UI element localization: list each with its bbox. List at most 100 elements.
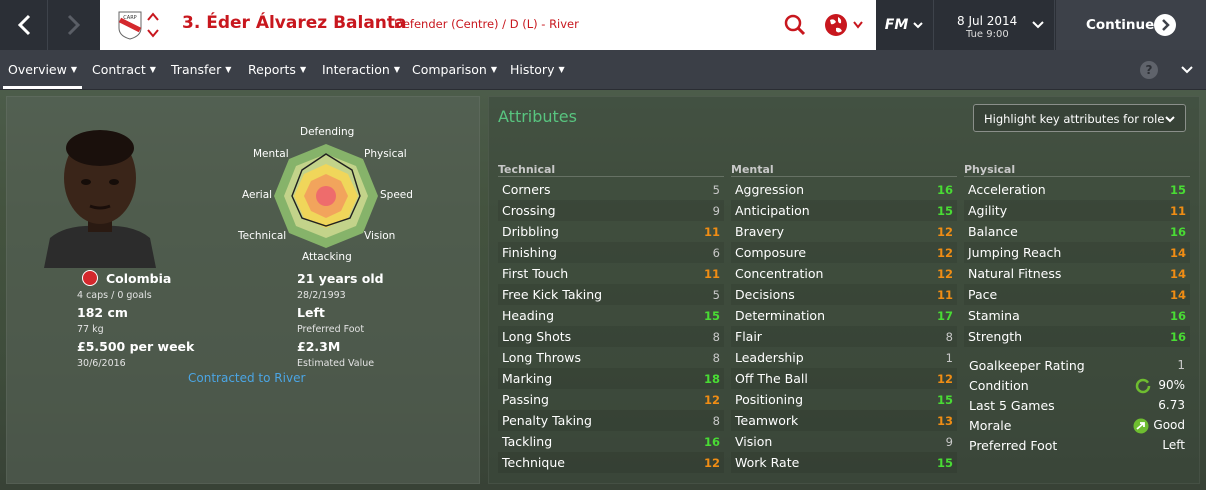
attribute-row[interactable]: Agility 11 [964,200,1190,221]
tab-contract[interactable]: Contract ▼ [92,62,156,77]
attribute-value: 11 [1169,204,1186,218]
status-name: Condition [969,378,1029,393]
status-name: Preferred Foot [969,438,1058,453]
attribute-row[interactable]: Positioning 15 [731,389,957,410]
tab-overview[interactable]: Overview ▼ [8,62,77,77]
attribute-row[interactable]: Aggression 16 [731,179,957,200]
attribute-value: 6 [712,246,720,260]
globe-menu-icon[interactable] [822,11,868,39]
attribute-value: 8 [945,330,953,344]
day-time-label: Tue 9:00 [966,29,1009,40]
chevron-left-icon [17,14,30,36]
help-icon[interactable]: ? [1140,61,1158,79]
attribute-row[interactable]: Strength 16 [964,326,1190,347]
tab-transfer[interactable]: Transfer ▼ [171,62,231,77]
attribute-row[interactable]: Vision 9 [731,431,957,452]
fm-label: FM [884,17,909,33]
fm-menu-button[interactable]: FM [876,0,934,50]
attribute-row[interactable]: Composure 12 [731,242,957,263]
attribute-name: Bravery [735,224,784,239]
attribute-row[interactable]: Dribbling 11 [498,221,724,242]
status-value: Good [1153,418,1185,432]
attribute-value: 9 [712,204,720,218]
value-amount: £2.3M [297,339,341,354]
highlight-role-dropdown[interactable]: Highlight key attributes for role [973,104,1186,132]
chevron-down-icon[interactable] [1180,64,1194,76]
status-row: Last 5 Games 6.73 [965,396,1197,416]
status-row: Preferred Foot Left [965,436,1197,456]
attribute-row[interactable]: Penalty Taking 8 [498,410,724,431]
attribute-row[interactable]: Decisions 11 [731,284,957,305]
club-badge-icon[interactable]: CARP [116,10,144,40]
caps-goals: 4 caps / 0 goals [77,290,152,301]
attribute-row[interactable]: Jumping Reach 14 [964,242,1190,263]
attribute-value: 1 [945,351,953,365]
attribute-row[interactable]: Natural Fitness 14 [964,263,1190,284]
attribute-name: Heading [502,308,555,323]
attribute-row[interactable]: Off The Ball 12 [731,368,957,389]
radar-label-attacking: Attacking [302,251,352,263]
attribute-name: Stamina [968,308,1020,323]
attribute-name: Vision [735,434,773,449]
attribute-name: Aggression [735,182,805,197]
radar-label-aerial: Aerial [242,189,273,201]
tab-reports[interactable]: Reports ▼ [248,62,306,77]
date-display[interactable]: 8 Jul 2014 Tue 9:00 [935,0,1055,50]
contract-status-link[interactable]: Contracted to River [188,371,305,385]
attribute-row[interactable]: Balance 16 [964,221,1190,242]
attribute-row[interactable]: Long Shots 8 [498,326,724,347]
player-header: CARP 3. Éder Álvarez Balanta Defender (C… [100,0,876,50]
tab-history[interactable]: History ▼ [510,62,565,77]
attribute-name: Penalty Taking [502,413,592,428]
attribute-value: 14 [1169,246,1186,260]
player-portrait [44,130,156,268]
attribute-row[interactable]: Teamwork 13 [731,410,957,431]
attribute-row[interactable]: Flair 8 [731,326,957,347]
attribute-row[interactable]: Tackling 16 [498,431,724,452]
back-button[interactable] [0,0,48,50]
attributes-title: Attributes [498,107,577,126]
forward-button[interactable] [50,0,98,50]
attribute-row[interactable]: Marking 18 [498,368,724,389]
divider [498,176,724,177]
player-up-down-icon[interactable] [146,9,160,41]
attribute-value: 15 [936,393,953,407]
attribute-row[interactable]: Acceleration 15 [964,179,1190,200]
attribute-name: Flair [735,329,762,344]
attribute-row[interactable]: Free Kick Taking 5 [498,284,724,305]
attribute-row[interactable]: Concentration 12 [731,263,957,284]
attribute-row[interactable]: Leadership 1 [731,347,957,368]
height-value: 182 cm [77,305,128,320]
attribute-value: 8 [712,351,720,365]
attribute-row[interactable]: Technique 12 [498,452,724,473]
attribute-value: 8 [712,414,720,428]
player-role: Defender (Centre) / D (L) - River [394,17,579,31]
attribute-row[interactable]: Finishing 6 [498,242,724,263]
attribute-row[interactable]: Long Throws 8 [498,347,724,368]
attribute-row[interactable]: Passing 12 [498,389,724,410]
attribute-row[interactable]: Anticipation 15 [731,200,957,221]
attribute-name: Agility [968,203,1008,218]
highlight-label: Highlight key attributes for role [984,112,1165,126]
nation-link[interactable]: Colombia [106,271,171,286]
attribute-row[interactable]: Corners 5 [498,179,724,200]
attribute-row[interactable]: Pace 14 [964,284,1190,305]
search-icon[interactable] [783,13,807,37]
attribute-name: Natural Fitness [968,266,1062,281]
mental-header: Mental [731,163,774,176]
attribute-value: 5 [712,288,720,302]
attribute-row[interactable]: Determination 17 [731,305,957,326]
attribute-row[interactable]: Heading 15 [498,305,724,326]
tab-comparison[interactable]: Comparison ▼ [412,62,497,77]
attribute-row[interactable]: Bravery 12 [731,221,957,242]
attribute-row[interactable]: Crossing 9 [498,200,724,221]
attribute-row[interactable]: Work Rate 15 [731,452,957,473]
tab-label: Comparison [412,62,487,77]
continue-button[interactable]: Continue [1056,0,1206,50]
attribute-row[interactable]: First Touch 11 [498,263,724,284]
tab-interaction[interactable]: Interaction ▼ [322,62,400,77]
attribute-row[interactable]: Stamina 16 [964,305,1190,326]
attribute-name: Leadership [735,350,804,365]
divider [731,176,957,177]
attribute-value: 15 [936,456,953,470]
